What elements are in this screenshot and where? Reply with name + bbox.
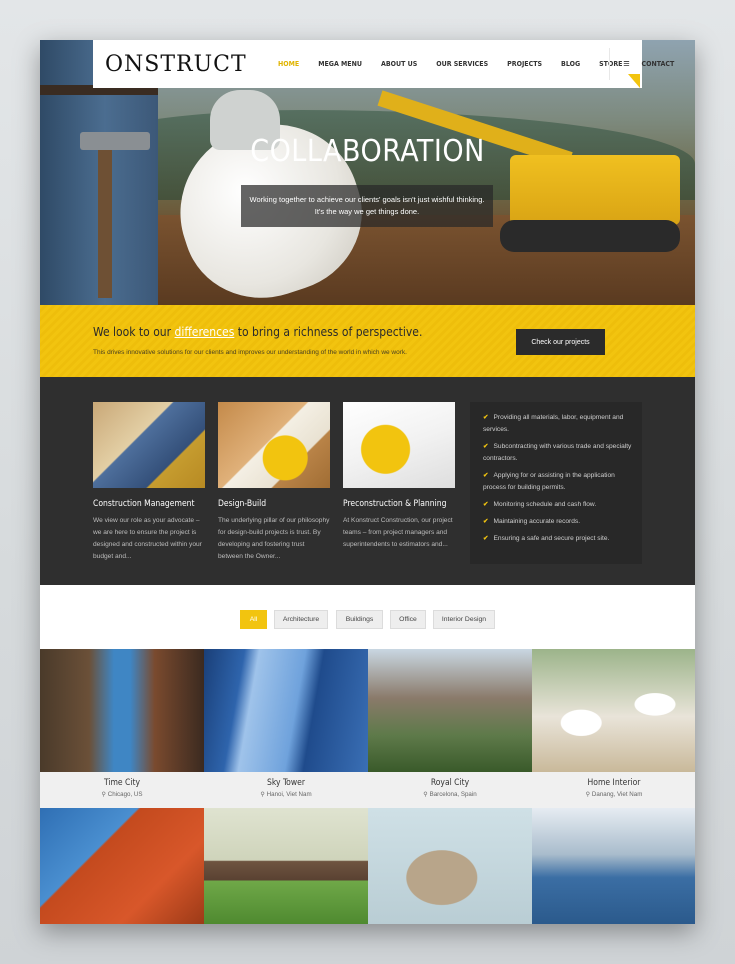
- project-card[interactable]: Time City ⚲ Chicago, US: [40, 649, 204, 808]
- project-location: ⚲ Chicago, US: [101, 791, 143, 798]
- service-card[interactable]: Preconstruction & Planning At Konstruct …: [343, 402, 455, 551]
- header-accent-corner: [628, 74, 640, 88]
- service-image-preconstruction[interactable]: [343, 402, 455, 488]
- check-icon: ✔: [483, 518, 489, 525]
- cta-heading: We look to our differences to bring a ri…: [93, 325, 422, 339]
- check-icon: ✔: [483, 414, 489, 421]
- service-title[interactable]: Design-Build: [218, 499, 330, 509]
- project-card[interactable]: Home Interior ⚲ Danang, Viet Nam: [532, 649, 695, 808]
- service-text: At Konstruct Construction, our project t…: [343, 517, 453, 548]
- filter-all[interactable]: All: [240, 610, 267, 629]
- cta-band: We look to our differences to bring a ri…: [40, 305, 695, 377]
- project-image-barn[interactable]: [204, 808, 368, 924]
- project-card[interactable]: Sky Tower ⚲ Hanoi, Viet Nam: [204, 649, 368, 808]
- hero-caption: Working together to achieve our clients'…: [241, 185, 493, 227]
- services-section: Construction Management We view our role…: [40, 377, 695, 585]
- project-location: ⚲ Hanoi, Viet Nam: [260, 791, 312, 798]
- project-image-modern-building[interactable]: [532, 808, 695, 924]
- project-caption: Home Interior ⚲ Danang, Viet Nam: [532, 772, 695, 808]
- check-icon: ✔: [483, 472, 489, 479]
- filter-architecture[interactable]: Architecture: [274, 610, 328, 629]
- check-projects-button[interactable]: Check our projects: [516, 329, 605, 355]
- project-image-time-city[interactable]: [40, 649, 204, 772]
- service-title[interactable]: Preconstruction & Planning: [343, 499, 455, 509]
- service-image-design-build[interactable]: [218, 402, 330, 488]
- checklist-item: ✔ Ensuring a safe and secure project site…: [483, 535, 610, 542]
- hero-title: COLLABORATION: [250, 134, 485, 169]
- nav-our-services[interactable]: OUR SERVICES: [436, 60, 488, 68]
- hero-caption-line-2: It's the way we get things done.: [314, 207, 420, 216]
- hammer-handle: [98, 148, 112, 298]
- project-image-home-interior[interactable]: [532, 649, 695, 772]
- checklist-item: ✔ Providing all materials, labor, equipme…: [483, 414, 624, 433]
- filter-interior-design[interactable]: Interior Design: [433, 610, 495, 629]
- location-pin-icon: ⚲: [260, 791, 265, 798]
- portfolio-filters: All Architecture Buildings Office Interi…: [40, 585, 695, 649]
- nav-about-us[interactable]: ABOUT US: [381, 60, 417, 68]
- nav-projects[interactable]: PROJECTS: [507, 60, 542, 68]
- service-text: We view our role as your advocate – we a…: [93, 517, 202, 560]
- cta-heading-post: to bring a richness of perspective.: [234, 325, 423, 339]
- checklist-item: ✔ Monitoring schedule and cash flow.: [483, 501, 597, 508]
- service-text: The underlying pillar of our philosophy …: [218, 517, 330, 560]
- service-title[interactable]: Construction Management: [93, 499, 205, 509]
- service-image-construction-management[interactable]: [93, 402, 205, 488]
- project-image-tower-ruin[interactable]: [368, 808, 532, 924]
- services-checklist: ✔ Providing all materials, labor, equipme…: [470, 402, 642, 564]
- check-icon: ✔: [483, 535, 489, 542]
- hero-caption-line-1: Working together to achieve our clients'…: [249, 195, 485, 204]
- page: COLLABORATION Working together to achiev…: [40, 40, 695, 924]
- nav-home[interactable]: HOME: [278, 60, 299, 68]
- project-caption: Sky Tower ⚲ Hanoi, Viet Nam: [204, 772, 368, 808]
- checklist-item: ✔ Subcontracting with various trade and s…: [483, 443, 632, 462]
- site-header: ONSTRUCT HOME MEGA MENU ABOUT US OUR SER…: [93, 40, 674, 88]
- cta-text: This drives innovative solutions for our…: [93, 349, 407, 356]
- project-image-royal-city[interactable]: [368, 649, 532, 772]
- checklist-item: ✔ Applying for or assisting in the applic…: [483, 472, 615, 491]
- nav-mega-menu[interactable]: MEGA MENU: [318, 60, 362, 68]
- check-icon: ✔: [483, 443, 489, 450]
- project-caption: Royal City ⚲ Barcelona, Spain: [368, 772, 532, 808]
- project-name[interactable]: Home Interior: [532, 772, 695, 788]
- cta-heading-link[interactable]: differences: [175, 325, 235, 339]
- nav-blog[interactable]: BLOG: [561, 60, 580, 68]
- site-logo[interactable]: ONSTRUCT: [105, 52, 247, 77]
- location-pin-icon: ⚲: [101, 791, 107, 798]
- excavator-track: [500, 220, 680, 252]
- cta-heading-pre: We look to our: [93, 325, 175, 339]
- filter-buildings[interactable]: Buildings: [336, 610, 383, 629]
- service-card[interactable]: Design-Build The underlying pillar of ou…: [218, 402, 330, 563]
- project-location: ⚲ Barcelona, Spain: [423, 791, 477, 798]
- filter-office[interactable]: Office: [390, 610, 426, 629]
- project-name[interactable]: Sky Tower: [204, 772, 368, 788]
- project-card[interactable]: Royal City ⚲ Barcelona, Spain: [368, 649, 532, 808]
- project-name[interactable]: Time City: [40, 772, 204, 788]
- project-location: ⚲ Danang, Viet Nam: [585, 791, 643, 798]
- check-icon: ✔: [483, 501, 489, 508]
- nav-contact[interactable]: CONTACT: [641, 60, 674, 68]
- project-caption: Time City ⚲ Chicago, US: [40, 772, 204, 808]
- project-image-sky-tower[interactable]: [204, 649, 368, 772]
- project-name[interactable]: Royal City: [368, 772, 532, 788]
- location-pin-icon: ⚲: [585, 791, 591, 798]
- location-pin-icon: ⚲: [423, 791, 428, 798]
- service-card[interactable]: Construction Management We view our role…: [93, 402, 205, 563]
- project-image-bridge[interactable]: [40, 808, 204, 924]
- checklist-item: ✔ Maintaining accurate records.: [483, 518, 581, 525]
